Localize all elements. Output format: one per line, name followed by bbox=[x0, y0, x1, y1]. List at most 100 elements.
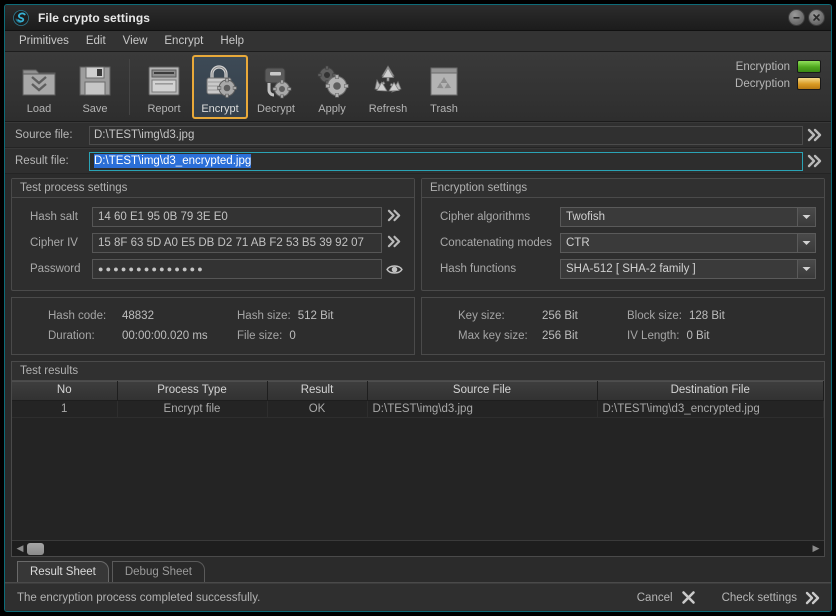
chevron-down-icon bbox=[797, 260, 815, 278]
toolbar-button-apply[interactable]: Apply bbox=[304, 55, 360, 119]
source-file-row: Source file: D:\TEST\img\d3.jpg bbox=[5, 122, 831, 148]
status-actions: Cancel Check settings bbox=[637, 590, 821, 605]
test-results-title: Test results bbox=[12, 362, 824, 381]
toolbar-button-load[interactable]: Load bbox=[11, 55, 67, 119]
scrollbar-thumb[interactable] bbox=[27, 542, 44, 555]
x-mark-icon bbox=[681, 591, 695, 604]
hash-salt-generate-button[interactable] bbox=[382, 209, 406, 225]
hash-salt-label: Hash salt bbox=[30, 211, 78, 223]
minimize-button[interactable] bbox=[788, 9, 805, 26]
cell-process-type: Encrypt file bbox=[117, 400, 268, 418]
toolbar-label-encrypt: Encrypt bbox=[201, 103, 239, 115]
toolbar-button-report[interactable]: Report bbox=[136, 55, 192, 119]
menu-bar: Primitives Edit View Encrypt Help bbox=[5, 31, 831, 52]
toolbar-button-refresh[interactable]: Refresh bbox=[360, 55, 416, 119]
hash-salt-input[interactable]: 14 60 E1 95 0B 79 3E E0 bbox=[92, 207, 382, 227]
cipher-iv-generate-button[interactable] bbox=[382, 235, 406, 251]
hash-code-label: Hash code: bbox=[48, 310, 107, 322]
password-label: Password bbox=[30, 263, 81, 275]
eye-icon bbox=[385, 264, 403, 274]
window-title: File crypto settings bbox=[38, 10, 151, 25]
cancel-button[interactable]: Cancel bbox=[637, 590, 696, 605]
indicator-label-encryption: Encryption bbox=[735, 60, 790, 73]
column-header-no[interactable]: No bbox=[12, 381, 118, 401]
menu-item-help[interactable]: Help bbox=[212, 33, 252, 49]
table-row[interactable]: 1 Encrypt file OK D:\TEST\img\d3.jpg D:\… bbox=[12, 400, 824, 418]
caret-left-icon[interactable]: ◀ bbox=[14, 543, 26, 554]
toolbar-button-encrypt[interactable]: Encrypt bbox=[192, 55, 248, 119]
column-header-process-type[interactable]: Process Type bbox=[117, 381, 268, 401]
test-process-groupbox: Test process settings Hash salt 14 60 E1… bbox=[11, 178, 415, 291]
check-settings-button[interactable]: Check settings bbox=[722, 591, 821, 605]
concatenating-modes-value: CTR bbox=[566, 237, 590, 249]
toolbar-label-report: Report bbox=[147, 103, 181, 115]
hash-code-stat: Hash code: 48832 bbox=[22, 310, 227, 322]
result-file-browse-button[interactable] bbox=[803, 154, 829, 168]
stats-row: Max key size: 256 Bit IV Length: 0 Bit bbox=[432, 326, 814, 346]
test-process-stats: Hash code: 48832 Hash size: 512 Bit Dura… bbox=[11, 297, 415, 355]
results-horizontal-scrollbar[interactable]: ◀ ▶ bbox=[12, 540, 824, 556]
cipher-iv-label: Cipher IV bbox=[30, 237, 78, 249]
app-logo-s-icon bbox=[13, 9, 29, 26]
encryption-stats: Key size: 256 Bit Block size: 128 Bit Ma… bbox=[421, 297, 825, 355]
hash-code-value: 48832 bbox=[122, 310, 154, 322]
gears-icon bbox=[317, 65, 349, 98]
toolbar-button-trash[interactable]: Trash bbox=[416, 55, 472, 119]
app-window: File crypto settings Primitives Edit Vie… bbox=[4, 4, 832, 612]
cipher-algorithms-select[interactable]: Twofish bbox=[560, 207, 816, 227]
tab-result-sheet[interactable]: Result Sheet bbox=[17, 561, 109, 582]
concatenating-modes-select[interactable]: CTR bbox=[560, 233, 816, 253]
caret-right-icon[interactable]: ▶ bbox=[810, 543, 822, 554]
encryption-settings-body: Cipher algorithms Twofish Concatenating … bbox=[422, 198, 824, 290]
result-file-value: D:\TEST\img\d3_encrypted.jpg bbox=[94, 154, 252, 168]
cancel-label: Cancel bbox=[636, 591, 673, 604]
hash-size-stat: Hash size: 512 Bit bbox=[227, 310, 334, 322]
block-size-value: 128 Bit bbox=[688, 310, 725, 322]
double-chevron-icon bbox=[387, 235, 400, 248]
source-file-label: Source file: bbox=[15, 129, 73, 141]
double-chevron-icon bbox=[807, 154, 821, 168]
toolbar-separator bbox=[129, 59, 130, 115]
password-reveal-button[interactable] bbox=[382, 263, 406, 276]
menu-item-edit[interactable]: Edit bbox=[78, 33, 114, 49]
sheet-tabs: Result Sheet Debug Sheet bbox=[5, 557, 831, 583]
toolbar-button-save[interactable]: Save bbox=[67, 55, 123, 119]
source-file-browse-button[interactable] bbox=[803, 128, 829, 142]
result-file-input[interactable]: D:\TEST\img\d3_encrypted.jpg bbox=[89, 151, 803, 171]
close-button[interactable] bbox=[808, 9, 825, 26]
file-size-stat: File size: 0 bbox=[227, 330, 296, 342]
floppy-disk-icon bbox=[79, 66, 111, 96]
column-header-destination-file[interactable]: Destination File bbox=[597, 381, 824, 401]
chevron-down-icon bbox=[797, 208, 815, 226]
password-input[interactable]: ●●●●●●●●●●●●●● bbox=[92, 259, 382, 279]
toolbar-label-decrypt: Decrypt bbox=[257, 103, 295, 115]
test-process-body: Hash salt 14 60 E1 95 0B 79 3E E0 Cipher… bbox=[12, 198, 414, 290]
hash-size-value: 512 Bit bbox=[297, 310, 334, 322]
concatenating-modes-row: Concatenating modes CTR bbox=[430, 232, 816, 254]
block-size-label: Block size: bbox=[627, 310, 682, 322]
column-header-result[interactable]: Result bbox=[267, 381, 368, 401]
menu-item-view[interactable]: View bbox=[115, 33, 156, 49]
cipher-algorithms-row: Cipher algorithms Twofish bbox=[430, 206, 816, 228]
column-header-source-file[interactable]: Source File bbox=[367, 381, 598, 401]
file-size-label: File size: bbox=[237, 330, 283, 342]
toolbar-label-load: Load bbox=[26, 103, 52, 115]
double-chevron-icon bbox=[805, 591, 820, 604]
menu-item-primitives[interactable]: Primitives bbox=[11, 33, 77, 49]
cell-source-file: D:\TEST\img\d3.jpg bbox=[367, 400, 598, 418]
menu-item-encrypt[interactable]: Encrypt bbox=[156, 33, 211, 49]
max-key-size-value: 256 Bit bbox=[542, 330, 578, 342]
iv-length-stat: IV Length: 0 Bit bbox=[627, 330, 709, 342]
test-process-title: Test process settings bbox=[12, 179, 414, 198]
toolbar-label-save: Save bbox=[82, 103, 108, 115]
tab-debug-sheet[interactable]: Debug Sheet bbox=[111, 561, 205, 582]
cell-result: OK bbox=[267, 400, 368, 418]
recycle-icon bbox=[374, 65, 402, 93]
stats-row: Hash code: 48832 Hash size: 512 Bit bbox=[22, 306, 404, 326]
toolbar-button-decrypt[interactable]: Decrypt bbox=[248, 55, 304, 119]
source-file-input[interactable]: D:\TEST\img\d3.jpg bbox=[89, 125, 803, 145]
cipher-iv-input[interactable]: 15 8F 63 5D A0 E5 DB D2 71 AB F2 53 B5 3… bbox=[92, 233, 382, 253]
results-table: No Process Type Result Source File Desti… bbox=[12, 381, 824, 418]
password-value: ●●●●●●●●●●●●●● bbox=[98, 264, 205, 274]
hash-functions-select[interactable]: SHA-512 [ SHA-2 family ] bbox=[560, 259, 816, 279]
